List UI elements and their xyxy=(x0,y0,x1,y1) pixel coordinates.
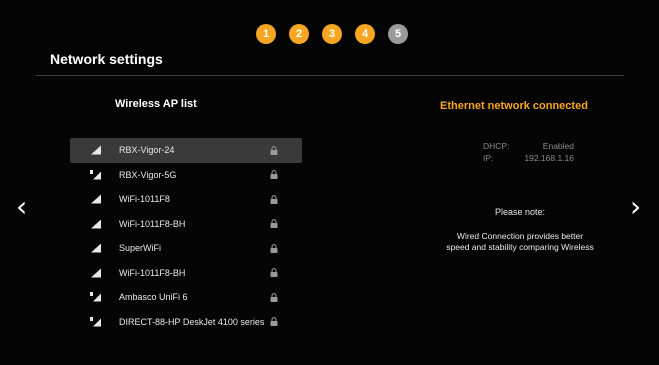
screen: 1 2 3 4 5 Network settings ‹ › Wireless … xyxy=(0,0,659,365)
lock-icon xyxy=(270,194,278,204)
page-title: Network settings xyxy=(50,51,163,67)
ip-value: 192.168.1.16 xyxy=(524,153,574,163)
step-4-indicator: 4 xyxy=(355,24,375,44)
lock-icon xyxy=(270,243,278,253)
wireless-list-title: Wireless AP list xyxy=(115,98,197,110)
lock-icon xyxy=(270,292,278,302)
network-name: DIRECT-88-HP DeskJet 4100 series xyxy=(119,316,265,327)
network-name: Ambasco UniFi 6 xyxy=(119,292,188,303)
wireless-network-row[interactable]: Ambasco UniFi 6 xyxy=(70,285,302,310)
network-name: RBX-Vigor-24 xyxy=(119,145,175,156)
network-name: WiFi-1011F8 xyxy=(119,194,170,205)
lock-icon xyxy=(270,170,278,180)
lock-icon xyxy=(270,268,278,278)
wireless-network-row[interactable]: DIRECT-88-HP DeskJet 4100 series xyxy=(70,310,302,335)
step-3-indicator: 3 xyxy=(322,24,342,44)
dhcp-label: DHCP: xyxy=(483,141,510,151)
chevron-left-icon[interactable]: ‹ xyxy=(16,193,27,221)
lock-icon xyxy=(270,219,278,229)
wifi-signal-icon xyxy=(90,268,102,278)
network-name: WiFi-1011F8-BH xyxy=(119,267,186,278)
wireless-network-row[interactable]: SuperWiFi xyxy=(70,236,302,261)
progress-stepper: 1 2 3 4 5 xyxy=(256,24,408,44)
network-name: RBX-Vigor-5G xyxy=(119,169,177,180)
step-2-indicator: 2 xyxy=(289,24,309,44)
wifi-5g-signal-icon xyxy=(90,169,102,180)
step-5-indicator: 5 xyxy=(388,24,408,44)
chevron-right-icon[interactable]: › xyxy=(630,193,641,221)
ethernet-status-title: Ethernet network connected xyxy=(440,100,588,112)
network-name: WiFi-1011F8-BH xyxy=(119,218,186,229)
wifi-5g-signal-icon xyxy=(90,316,102,327)
lock-icon xyxy=(270,145,278,155)
wireless-ap-list: RBX-Vigor-24 RBX-Vigor-5G WiFi-1011F8 WiFi-… xyxy=(70,138,302,334)
wireless-network-row[interactable]: WiFi-1011F8-BH xyxy=(70,212,302,237)
wifi-5g-signal-icon xyxy=(90,292,102,302)
wireless-network-row[interactable]: RBX-Vigor-24 xyxy=(70,138,302,163)
wireless-network-row[interactable]: WiFi-1011F8 xyxy=(70,187,302,212)
network-name: SuperWiFi xyxy=(119,243,162,254)
wifi-signal-icon xyxy=(90,145,102,155)
step-1-indicator: 1 xyxy=(256,24,276,44)
wifi-signal-icon xyxy=(90,243,102,253)
dhcp-value: Enabled xyxy=(542,141,574,151)
wireless-network-row[interactable]: WiFi-1011F8-BH xyxy=(70,261,302,286)
note-title: Please note: xyxy=(494,207,546,217)
lock-icon xyxy=(270,317,278,327)
header-divider xyxy=(36,75,624,76)
wifi-signal-icon xyxy=(90,194,102,204)
wifi-signal-icon xyxy=(90,219,102,229)
wireless-network-row[interactable]: RBX-Vigor-5G xyxy=(70,163,302,188)
ethernet-info: DHCP: Enabled IP: 192.168.1.16 xyxy=(483,140,574,164)
ip-label: IP: xyxy=(483,153,494,163)
note-body: Wired Connection provides better speed a… xyxy=(446,231,594,252)
